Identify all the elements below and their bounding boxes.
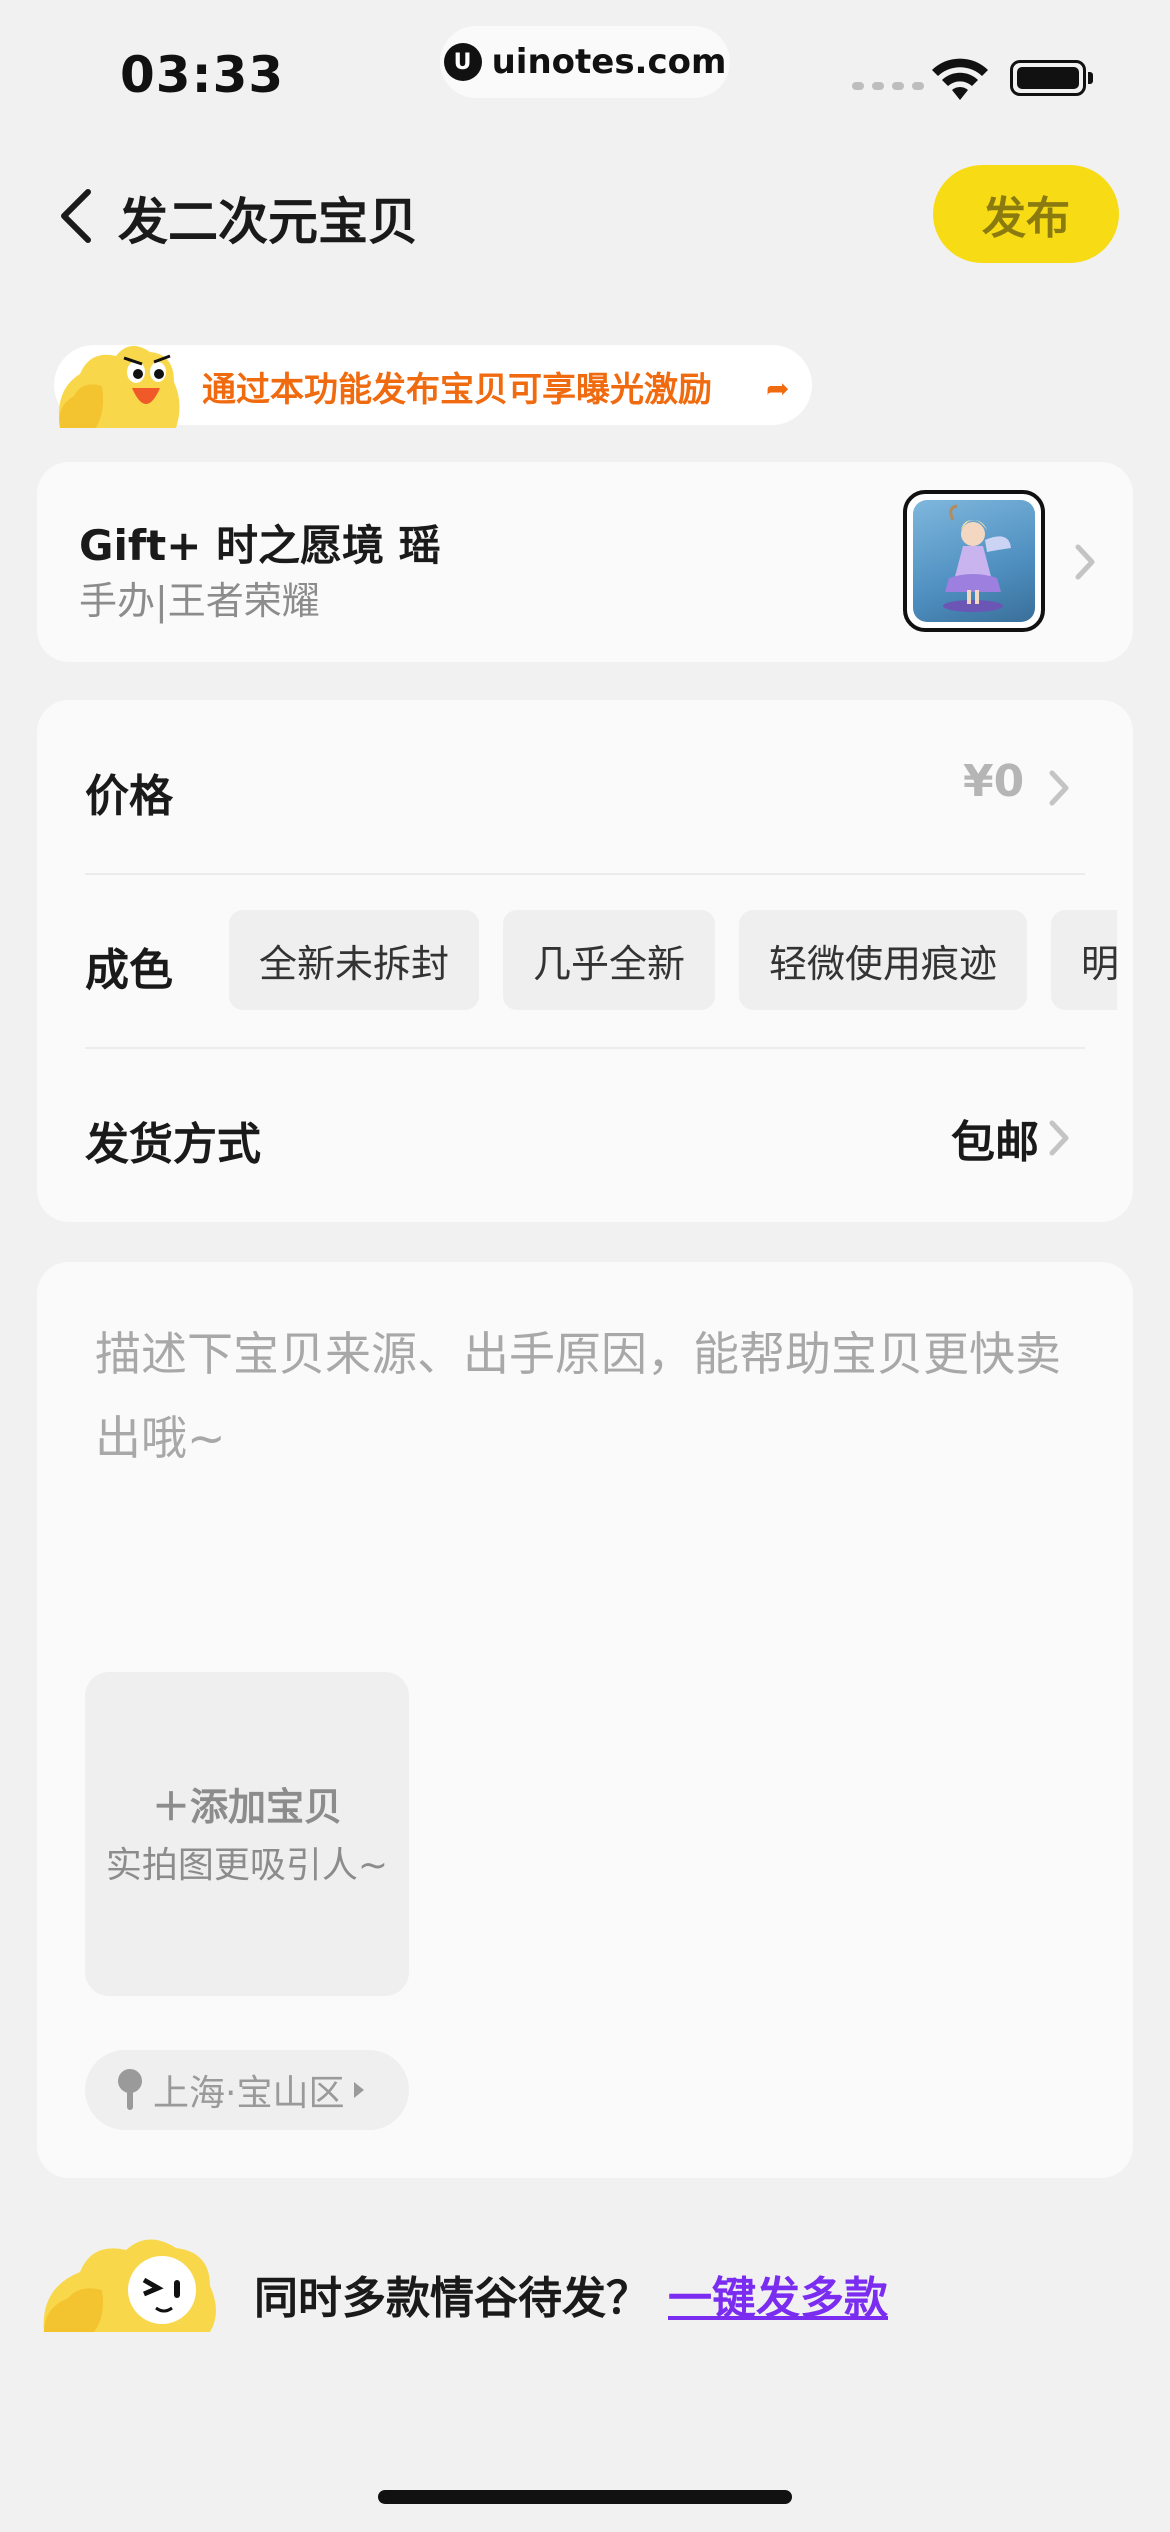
figure-image bbox=[943, 504, 1011, 612]
url-text: uinotes.com bbox=[491, 42, 727, 82]
add-photo-title-text: 添加宝贝 bbox=[190, 1785, 343, 1829]
divider bbox=[85, 1047, 1085, 1049]
multi-publish-link[interactable]: 一键发多款 bbox=[668, 2262, 888, 2326]
publish-button[interactable]: 发布 bbox=[933, 165, 1119, 263]
footer-question: 同时多款情谷待发？ bbox=[254, 2273, 650, 2324]
shipping-value: 包邮 bbox=[951, 1117, 1039, 1168]
condition-label: 成色 bbox=[85, 945, 173, 996]
chevron-right-icon bbox=[1075, 544, 1095, 580]
promo-text: 通过本功能发布宝贝可享曝光激励 bbox=[202, 370, 712, 410]
status-time: 03:33 bbox=[120, 46, 285, 104]
add-photo-hint: 实拍图更吸引人~ bbox=[105, 1845, 389, 1886]
divider bbox=[85, 873, 1085, 875]
page-title: 发二次元宝贝 bbox=[118, 193, 418, 251]
detail-card: 价格 ¥0 成色 全新未拆封 几乎全新 轻微使用痕迹 明显使用痕迹 发货方式 包… bbox=[37, 700, 1133, 1222]
caret-right-icon bbox=[354, 2082, 365, 2098]
battery-cap bbox=[1088, 72, 1093, 84]
chevron-right-icon bbox=[1049, 770, 1069, 806]
chevron-right-icon bbox=[1049, 1120, 1069, 1156]
add-photo-title: ＋添加宝贝 bbox=[85, 1776, 409, 1831]
home-indicator[interactable] bbox=[378, 2490, 792, 2504]
mascot-icon bbox=[58, 345, 180, 428]
condition-option[interactable]: 明显使用痕迹 bbox=[1051, 910, 1117, 1010]
promo-arrow-icon: ➦ bbox=[766, 372, 790, 405]
url-pill: U uinotes.com bbox=[440, 26, 730, 98]
condition-option[interactable]: 全新未拆封 bbox=[229, 910, 480, 1010]
description-input[interactable]: 描述下宝贝来源、出手原因，能帮助宝贝更快卖出哦~ bbox=[95, 1312, 1095, 1480]
price-label: 价格 bbox=[85, 771, 173, 822]
product-name: Gift+ 时之愿境 瑶 bbox=[79, 521, 441, 570]
product-thumbnail[interactable] bbox=[903, 490, 1045, 632]
cellular-signal-icon bbox=[852, 82, 924, 90]
shipping-label: 发货方式 bbox=[85, 1119, 261, 1170]
screen: 03:33 U uinotes.com 发二次元宝贝 发布 通过本功能发布宝贝可… bbox=[0, 0, 1170, 2532]
battery-icon bbox=[1010, 60, 1086, 96]
location-text: 上海·宝山区 bbox=[153, 2073, 345, 2114]
add-photo-button[interactable]: ＋添加宝贝 实拍图更吸引人~ bbox=[85, 1672, 409, 1996]
product-category: 手办|王者荣耀 bbox=[79, 579, 320, 623]
price-value: ¥0 bbox=[963, 756, 1025, 807]
mascot-icon bbox=[43, 2239, 216, 2332]
location-chip[interactable]: 上海·宝山区 bbox=[85, 2050, 409, 2130]
description-card: 描述下宝贝来源、出手原因，能帮助宝贝更快卖出哦~ ＋添加宝贝 实拍图更吸引人~ … bbox=[37, 1262, 1133, 2178]
location-pin-icon bbox=[118, 2069, 142, 2110]
plus-icon: ＋ bbox=[151, 1785, 190, 1829]
product-card[interactable]: Gift+ 时之愿境 瑶 手办|王者荣耀 bbox=[37, 462, 1133, 662]
chevron-left-icon[interactable] bbox=[54, 186, 98, 246]
wifi-icon bbox=[932, 58, 988, 100]
condition-option[interactable]: 轻微使用痕迹 bbox=[739, 910, 1028, 1010]
condition-option[interactable]: 几乎全新 bbox=[503, 910, 716, 1010]
condition-options: 全新未拆封 几乎全新 轻微使用痕迹 明显使用痕迹 bbox=[229, 910, 1117, 1010]
site-logo-icon: U bbox=[443, 43, 482, 81]
